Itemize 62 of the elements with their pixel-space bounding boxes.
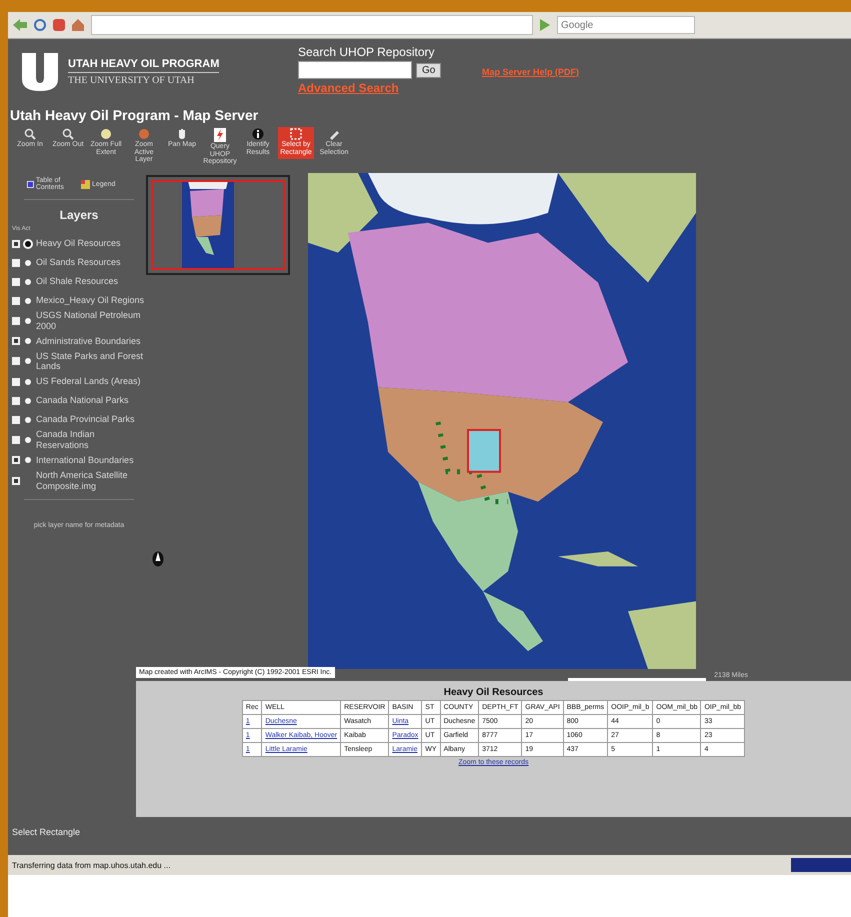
layer-name[interactable]: Canada Indian Reservations — [36, 429, 146, 451]
info-icon — [252, 128, 264, 140]
visibility-checkbox[interactable] — [12, 476, 20, 485]
active-radio[interactable] — [25, 298, 31, 304]
legend-icon — [81, 180, 90, 188]
status-text: Transferring data from map.uhos.utah.edu ... — [11, 860, 170, 870]
page-title: Utah Heavy Oil Program - Map Server — [9, 107, 260, 125]
zoom-out-icon — [62, 128, 74, 140]
active-radio[interactable] — [25, 358, 31, 364]
stop-icon[interactable] — [52, 18, 66, 32]
visibility-checkbox[interactable] — [12, 337, 20, 346]
zoom-in-icon — [24, 128, 36, 140]
visibility-checkbox[interactable] — [12, 396, 20, 405]
tool-status-text: Select Rectangle — [11, 826, 82, 839]
visibility-checkbox[interactable] — [12, 456, 20, 464]
visibility-checkbox[interactable] — [12, 278, 20, 286]
search-label: Search UHOP Repository — [298, 45, 436, 59]
list-icon — [27, 180, 34, 188]
layer-name[interactable]: USGS National Petroleum 2000 — [36, 310, 146, 332]
go-button[interactable]: Go — [416, 62, 442, 78]
refresh-icon[interactable] — [33, 18, 47, 32]
active-radio[interactable] — [25, 398, 31, 404]
layer-name[interactable]: Mexico_Heavy Oil Regions — [36, 295, 144, 306]
university-name: THE UNIVERSITY OF UTAH — [68, 74, 196, 86]
program-name: UTAH HEAVY OIL PROGRAM — [68, 58, 220, 73]
layer-name[interactable]: Canada Provincial Parks — [36, 414, 135, 426]
search-field[interactable]: Google — [557, 16, 695, 34]
active-radio[interactable] — [25, 338, 31, 344]
rectangle-select-icon — [290, 128, 302, 140]
layer-name[interactable]: International Boundaries — [36, 454, 134, 466]
layers-heading: Layers — [58, 208, 100, 222]
active-radio[interactable] — [25, 416, 31, 423]
results-title: Heavy Oil Resources — [444, 687, 544, 698]
address-field[interactable] — [91, 15, 533, 35]
visibility-checkbox[interactable] — [12, 436, 20, 444]
home-icon[interactable] — [71, 18, 85, 32]
visibility-checkbox[interactable] — [12, 296, 20, 304]
visibility-checkbox[interactable] — [12, 357, 20, 366]
active-radio[interactable] — [25, 278, 31, 284]
repository-search-field[interactable] — [298, 61, 412, 79]
visibility-checkbox[interactable] — [12, 258, 20, 266]
visibility-checkbox[interactable] — [12, 240, 20, 248]
layer-name[interactable]: North America Satellite Composite.img — [36, 470, 146, 492]
active-radio[interactable] — [25, 240, 31, 246]
visibility-checkbox[interactable] — [12, 378, 20, 386]
layer-name[interactable]: Heavy Oil Resources — [36, 238, 121, 249]
layer-name[interactable]: Oil Sands Resources — [36, 257, 121, 268]
active-radio[interactable] — [25, 378, 31, 385]
lightning-icon — [214, 128, 226, 142]
layer-name[interactable]: US State Parks and Forest Lands — [36, 350, 146, 372]
active-radio[interactable] — [25, 436, 31, 443]
active-radio[interactable] — [25, 260, 31, 266]
layer-name[interactable]: US Federal Lands (Areas) — [36, 376, 141, 388]
u-logo-icon — [20, 51, 60, 93]
layer-name[interactable]: Canada National Parks — [36, 395, 129, 406]
visibility-checkbox[interactable] — [12, 316, 20, 325]
layer-name[interactable]: Administrative Boundaries — [36, 336, 141, 346]
layer-name[interactable]: Oil Shale Resources — [36, 276, 118, 287]
eraser-icon — [328, 128, 340, 140]
active-radio[interactable] — [25, 318, 31, 324]
visibility-checkbox[interactable] — [12, 416, 20, 424]
active-radio[interactable] — [25, 457, 31, 464]
